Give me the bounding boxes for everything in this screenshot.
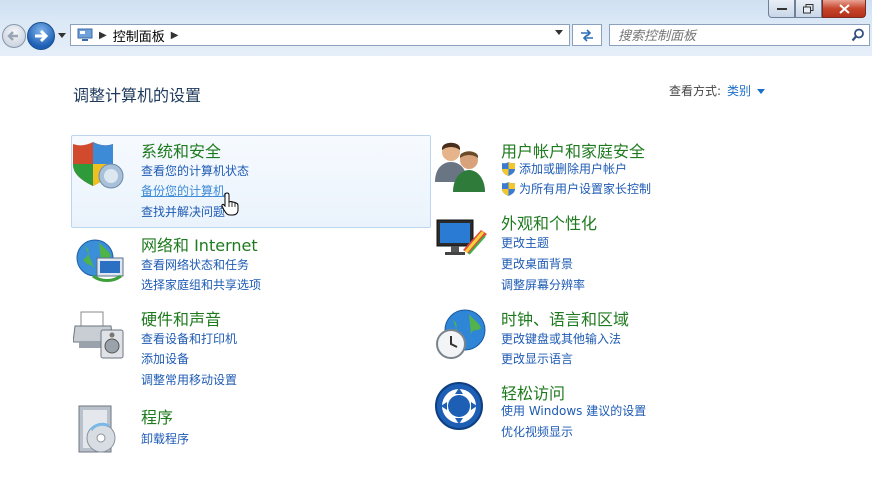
- category-title[interactable]: 硬件和声音: [141, 306, 221, 330]
- breadcrumb-separator[interactable]: ▶: [171, 30, 179, 41]
- search-box[interactable]: [609, 24, 870, 47]
- link-label[interactable]: 为所有用户设置家长控制: [519, 180, 651, 197]
- refresh-icon: [581, 29, 593, 42]
- link-troubleshoot[interactable]: 查找并解决问题: [141, 203, 225, 220]
- recent-pages-dropdown[interactable]: [58, 33, 66, 39]
- category-system-security: 系统和安全 查看您的计算机状态 备份您的计算机 查找并解决问题: [73, 138, 423, 228]
- close-icon: [838, 3, 850, 14]
- appearance-icon: [436, 219, 487, 255]
- category-network-internet: 网络和 Internet 查看网络状态和任务 选择家庭组和共享选项: [73, 232, 423, 302]
- link-change-theme[interactable]: 更改主题: [501, 234, 549, 251]
- page-title: 调整计算机的设置: [73, 86, 202, 105]
- control-panel-icon: [77, 28, 93, 41]
- link-label[interactable]: 添加或删除用户帐户: [519, 160, 627, 177]
- minimize-icon: [776, 7, 787, 10]
- category-clock-language-region: 时钟、语言和区域 更改键盘或其他输入法 更改显示语言: [433, 306, 813, 376]
- category-title[interactable]: 轻松访问: [501, 380, 565, 404]
- category-hardware-sound: 硬件和声音 查看设备和打印机 添加设备 调整常用移动设置: [73, 306, 423, 396]
- address-dropdown-icon[interactable]: [555, 30, 563, 36]
- clock-globe-icon: [436, 309, 486, 359]
- category-title[interactable]: 外观和个性化: [501, 210, 597, 234]
- refresh-button[interactable]: [572, 24, 602, 46]
- category-title[interactable]: 用户帐户和家庭安全: [501, 138, 645, 162]
- link-view-computer-status[interactable]: 查看您的计算机状态: [141, 162, 249, 179]
- link-parental-controls[interactable]: 为所有用户设置家长控制: [501, 180, 651, 197]
- search-icon[interactable]: [851, 28, 865, 42]
- window-buttons: [768, 0, 866, 18]
- hand-cursor-icon: [221, 192, 239, 216]
- category-programs: 程序 卸载程序: [73, 404, 423, 460]
- category-title[interactable]: 时钟、语言和区域: [501, 306, 629, 330]
- window-chrome: ▶ 控制面板 ▶: [0, 0, 872, 56]
- link-add-remove-accounts[interactable]: 添加或删除用户帐户: [501, 160, 627, 177]
- link-homegroup-sharing[interactable]: 选择家庭组和共享选项: [141, 276, 261, 293]
- view-by-value[interactable]: 类别: [727, 84, 751, 98]
- link-add-device[interactable]: 添加设备: [141, 350, 189, 367]
- link-optimize-visual-display[interactable]: 优化视频显示: [501, 423, 573, 440]
- category-title[interactable]: 网络和 Internet: [141, 232, 258, 256]
- ease-of-access-icon: [435, 382, 483, 430]
- users-icon: [435, 142, 485, 192]
- back-button[interactable]: [2, 24, 26, 48]
- link-recommended-settings[interactable]: 使用 Windows 建议的设置: [501, 402, 646, 419]
- category-appearance: 外观和个性化 更改主题 更改桌面背景 调整屏幕分辨率: [433, 210, 813, 300]
- category-ease-of-access: 轻松访问 使用 Windows 建议的设置 优化视频显示: [433, 380, 813, 450]
- category-title[interactable]: 程序: [141, 404, 173, 428]
- link-devices-printers[interactable]: 查看设备和打印机: [141, 330, 237, 347]
- link-network-status[interactable]: 查看网络状态和任务: [141, 256, 249, 273]
- forward-arrow-icon: [35, 29, 49, 43]
- printer-icon: [73, 311, 124, 359]
- link-change-input-method[interactable]: 更改键盘或其他输入法: [501, 330, 621, 347]
- chevron-down-icon[interactable]: [757, 89, 766, 94]
- link-uninstall-program[interactable]: 卸载程序: [141, 430, 189, 447]
- back-arrow-icon: [7, 31, 18, 41]
- restore-button[interactable]: [795, 0, 822, 18]
- link-mobility-settings[interactable]: 调整常用移动设置: [141, 371, 237, 388]
- breadcrumb-separator[interactable]: ▶: [99, 30, 107, 41]
- link-adjust-resolution[interactable]: 调整屏幕分辨率: [501, 276, 585, 293]
- view-by-label: 查看方式:: [669, 84, 722, 98]
- network-globe-icon: [76, 239, 124, 282]
- restore-icon: [803, 3, 814, 13]
- minimize-button[interactable]: [768, 0, 795, 18]
- close-button[interactable]: [822, 0, 866, 18]
- programs-icon: [78, 405, 116, 453]
- category-user-accounts: 用户帐户和家庭安全 添加或删除用户帐户 为所有用户设置家长控制: [433, 138, 813, 208]
- uac-shield-icon: [502, 161, 515, 176]
- uac-shield-icon: [502, 181, 515, 196]
- link-change-desktop-background[interactable]: 更改桌面背景: [501, 255, 573, 272]
- link-change-display-language[interactable]: 更改显示语言: [501, 350, 573, 367]
- search-input[interactable]: [616, 26, 840, 47]
- category-title[interactable]: 系统和安全: [141, 138, 221, 162]
- shield-icon: [73, 142, 124, 189]
- breadcrumb-control-panel[interactable]: 控制面板: [113, 26, 165, 45]
- view-by-control[interactable]: 查看方式: 类别: [669, 82, 766, 99]
- forward-button[interactable]: [27, 22, 55, 50]
- link-backup-computer[interactable]: 备份您的计算机: [141, 182, 225, 199]
- address-bar[interactable]: ▶ 控制面板 ▶: [70, 24, 570, 46]
